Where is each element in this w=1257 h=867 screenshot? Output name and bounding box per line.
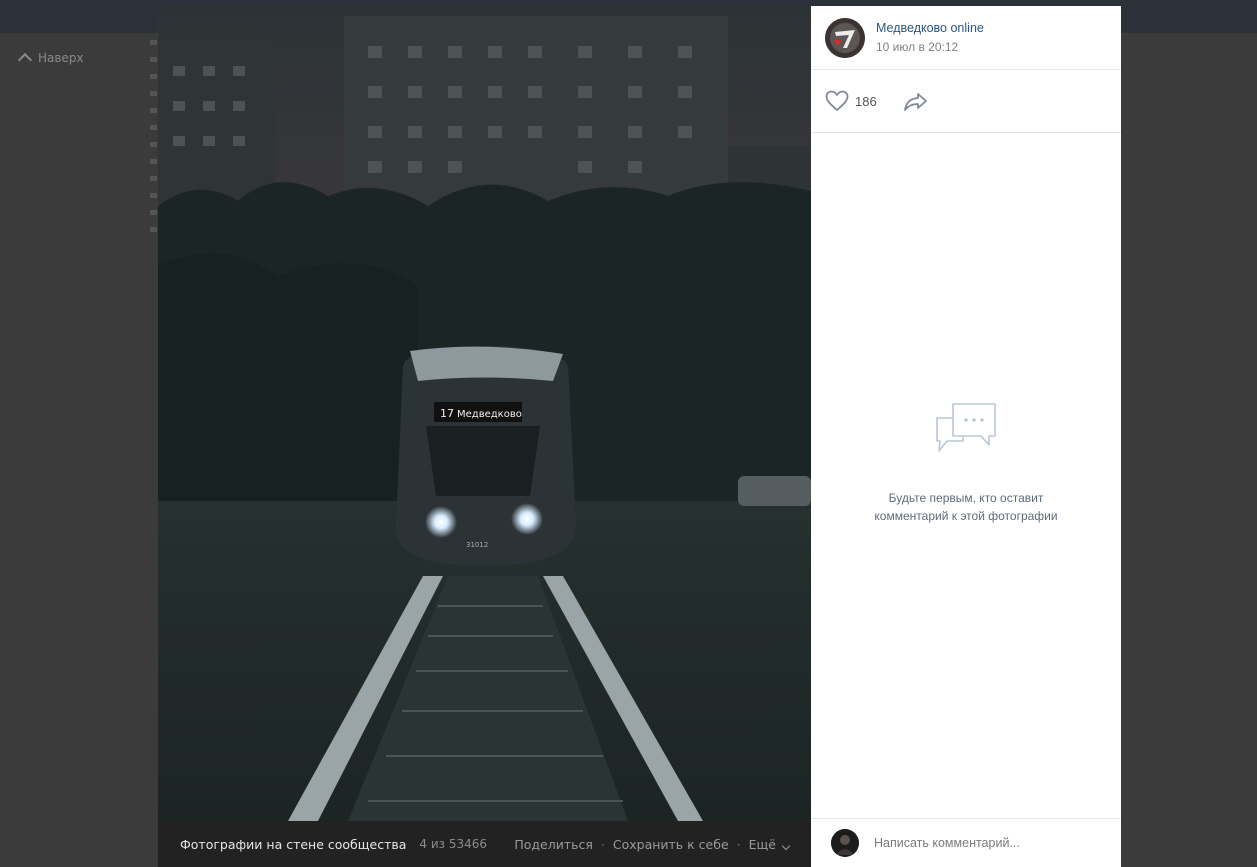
tram-destination: Медведково xyxy=(457,409,522,420)
photo-counter: 4 из 53466 xyxy=(419,837,488,851)
photo-info-bar: Фотографии на стене сообщества 4 из 5346… xyxy=(158,821,811,867)
more-label: Ещё xyxy=(748,836,776,852)
tram-photo: 17 Медведково 31012 xyxy=(158,6,811,821)
scroll-up-label: Наверх xyxy=(38,50,84,65)
group-name-link[interactable]: Медведково online xyxy=(876,21,984,35)
group-avatar-image xyxy=(825,17,865,58)
chevron-down-icon xyxy=(781,841,791,850)
tram-route-number: 17 xyxy=(440,407,454,420)
post-date[interactable]: 10 июл в 20:12 xyxy=(876,40,984,54)
empty-comments-state: Будьте первым, кто оставит комментарий к… xyxy=(811,401,1121,525)
chevron-up-icon xyxy=(17,52,33,68)
tram-fleet-number: 31012 xyxy=(466,541,488,549)
more-menu-button[interactable]: Ещё xyxy=(748,836,791,852)
share-button[interactable] xyxy=(903,91,929,111)
separator-dot: · xyxy=(736,836,741,852)
save-photo-link[interactable]: Сохранить к себе xyxy=(613,837,729,852)
post-header: Медведково online 10 июл в 20:12 xyxy=(811,6,1121,70)
separator-dot: · xyxy=(600,836,605,852)
comment-composer xyxy=(811,818,1121,867)
speech-bubbles-icon xyxy=(936,403,996,452)
share-arrow-icon xyxy=(903,93,927,111)
album-link[interactable]: Фотографии на стене сообщества xyxy=(180,837,406,852)
user-avatar[interactable] xyxy=(831,829,859,857)
empty-comments-line-1: Будьте первым, кто оставит xyxy=(888,491,1044,505)
comment-input[interactable] xyxy=(874,836,1094,850)
photo-viewer-image[interactable]: 17 Медведково 31012 xyxy=(158,6,811,821)
photo-side-panel: Медведково online 10 июл в 20:12 186 Буд… xyxy=(811,6,1121,867)
empty-comments-line-2: комментарий к этой фотографии xyxy=(874,509,1058,523)
like-count: 186 xyxy=(855,93,877,109)
background-text-fragments xyxy=(150,40,158,290)
share-photo-link[interactable]: Поделиться xyxy=(514,837,593,852)
scroll-up-button[interactable]: Наверх xyxy=(17,50,84,68)
group-avatar[interactable] xyxy=(825,17,865,58)
user-avatar-image xyxy=(831,829,859,857)
photo-actions: Поделиться · Сохранить к себе · Ещё xyxy=(514,836,791,852)
like-button[interactable]: 186 xyxy=(825,90,877,112)
post-actions: 186 xyxy=(811,70,1121,133)
heart-icon xyxy=(825,90,849,112)
